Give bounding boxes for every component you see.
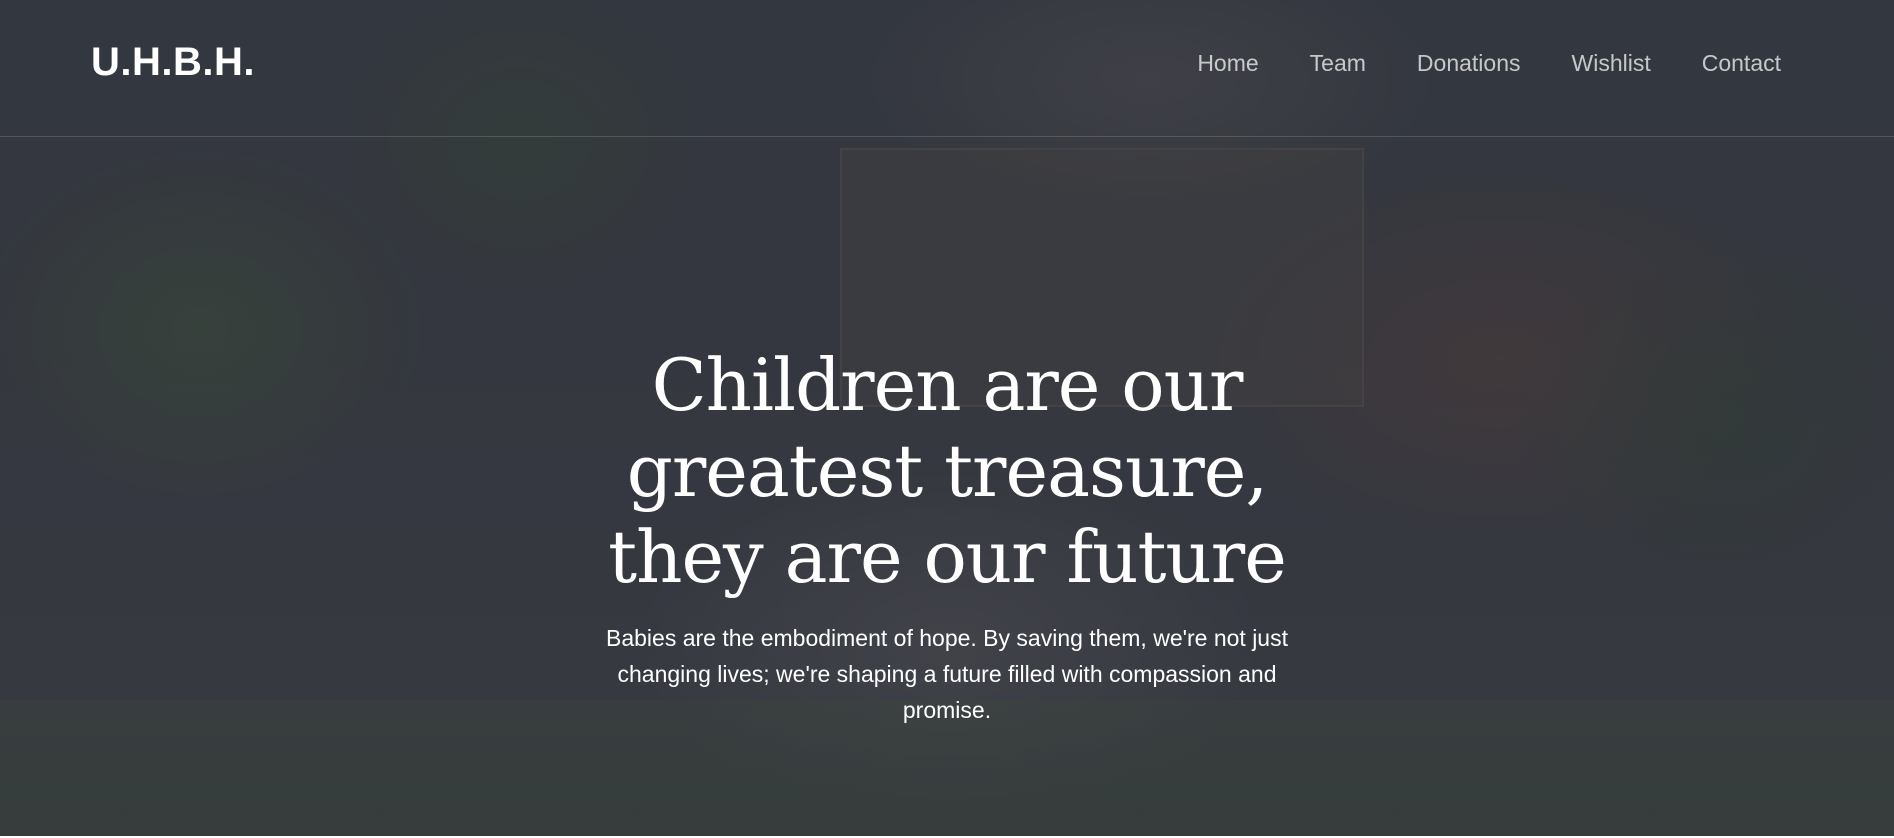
nav-link-contact[interactable]: Contact — [1702, 50, 1781, 77]
hero-subtext: Babies are the embodiment of hope. By sa… — [606, 625, 1288, 723]
site-logo[interactable]: U.H.B.H. — [91, 40, 255, 85]
nav-link-team[interactable]: Team — [1310, 50, 1366, 77]
hero-section: U.H.B.H. Home Team Donations Wishlist Co… — [0, 0, 1894, 836]
main-nav: Home Team Donations Wishlist Contact — [1197, 50, 1781, 77]
nav-link-wishlist[interactable]: Wishlist — [1572, 50, 1651, 77]
nav-link-home[interactable]: Home — [1197, 50, 1258, 77]
site-header: U.H.B.H. Home Team Donations Wishlist Co… — [0, 0, 1894, 137]
nav-link-donations[interactable]: Donations — [1417, 50, 1521, 77]
hero-headline: Children are our greatest treasure, they… — [608, 343, 1287, 599]
